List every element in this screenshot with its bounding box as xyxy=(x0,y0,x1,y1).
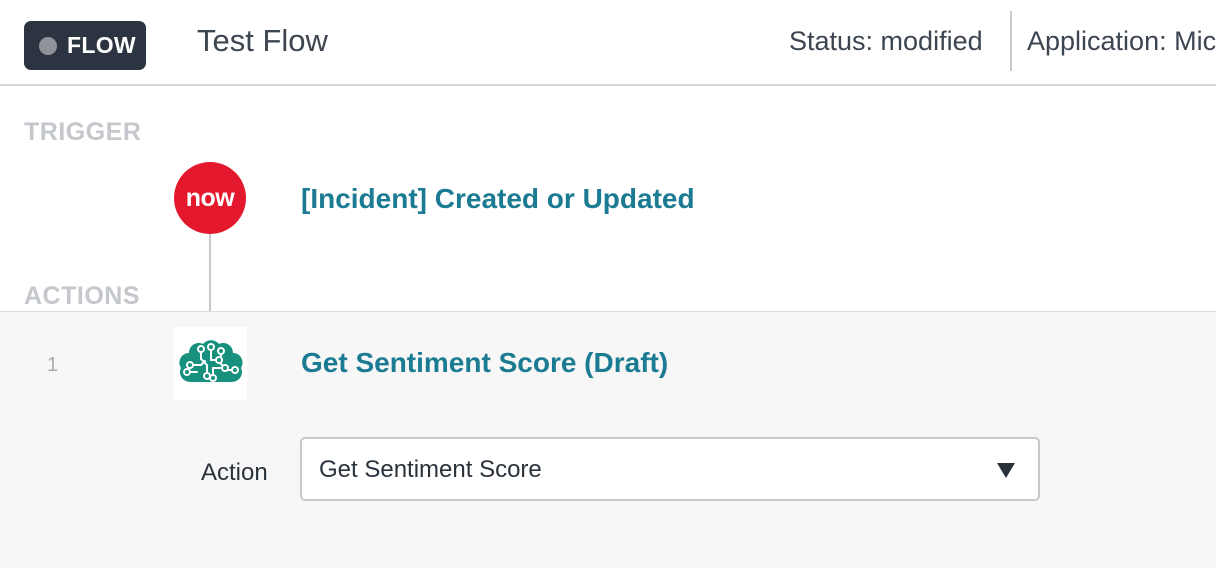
action-field-label: Action xyxy=(201,459,268,486)
flow-type-badge: FLOW xyxy=(24,21,146,70)
action-step-number: 1 xyxy=(47,354,59,376)
flow-application: Application: Mic xyxy=(1027,26,1216,56)
status-dot-icon xyxy=(39,36,57,55)
action-step-panel: 1 Get Sentiment Score (Draft) Action Get… xyxy=(0,311,1216,568)
trigger-section-label: TRIGGER xyxy=(24,118,142,146)
flow-connector-line xyxy=(209,234,211,311)
servicenow-logo-text: now xyxy=(185,183,235,212)
flow-designer: FLOW Test Flow Status: modified Applicat… xyxy=(0,0,1216,568)
brain-circuit-icon xyxy=(174,327,247,400)
servicenow-logo-icon: now xyxy=(174,162,246,234)
actions-section-label: ACTIONS xyxy=(24,282,140,310)
flow-title[interactable]: Test Flow xyxy=(197,23,328,59)
header-divider xyxy=(1010,11,1012,71)
action-title-link[interactable]: Get Sentiment Score (Draft) xyxy=(301,347,668,379)
flow-status: Status: modified xyxy=(789,26,983,56)
trigger-title-link[interactable]: [Incident] Created or Updated xyxy=(301,183,695,215)
flow-badge-label: FLOW xyxy=(67,32,136,58)
dropdown-arrow-icon xyxy=(997,463,1015,478)
action-select-dropdown[interactable]: Get Sentiment Score xyxy=(300,437,1040,501)
brain-circuit-svg xyxy=(178,339,243,382)
action-select-value: Get Sentiment Score xyxy=(319,456,542,483)
header-bar: FLOW Test Flow Status: modified Applicat… xyxy=(0,0,1216,86)
